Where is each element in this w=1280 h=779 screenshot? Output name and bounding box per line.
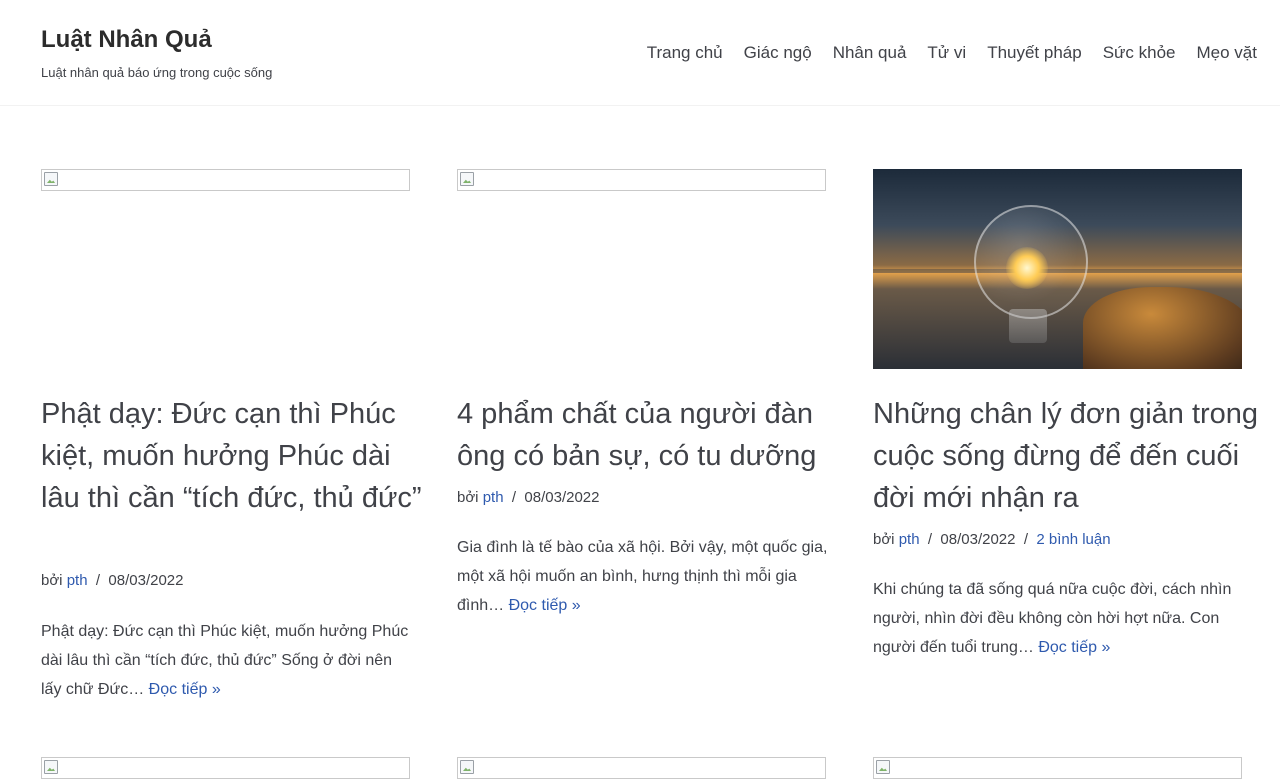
meta-by: bởi	[457, 489, 479, 506]
post-card: 4 phẩm chất của người đàn ông có bản sự,…	[457, 169, 827, 614]
post-card	[873, 757, 1242, 779]
post-excerpt: Khi chúng ta đã sống quá nữa cuộc đời, c…	[873, 575, 1248, 662]
nav-item-suc-khoe[interactable]: Sức khỏe	[1103, 42, 1176, 64]
post-meta: bởi pth / 08/03/2022 / 2 bình luận	[873, 531, 1111, 548]
amber-rock	[1083, 287, 1242, 369]
post-date: 08/03/2022	[524, 489, 600, 506]
post-meta: bởi pth / 08/03/2022	[41, 572, 183, 589]
sun-glow	[1006, 247, 1048, 289]
nav-item-meo-vat[interactable]: Mẹo vặt	[1197, 42, 1257, 64]
nav-item-thuyet-phap[interactable]: Thuyết pháp	[987, 42, 1082, 64]
meta-separator: /	[95, 572, 101, 589]
post-author-link[interactable]: pth	[67, 572, 88, 589]
post-thumbnail-lightbulb[interactable]	[873, 169, 1242, 369]
meta-separator: /	[1023, 531, 1028, 548]
post-card: Những chân lý đơn giản trong cuộc sống đ…	[873, 169, 1258, 656]
post-thumbnail[interactable]	[41, 757, 410, 779]
post-meta: bởi pth / 08/03/2022	[457, 489, 599, 506]
broken-image-icon	[460, 760, 474, 774]
post-card	[457, 757, 826, 779]
post-title[interactable]: 4 phẩm chất của người đàn ông có bản sự,…	[457, 393, 847, 477]
post-card	[41, 757, 410, 779]
post-thumbnail[interactable]	[873, 757, 1242, 779]
post-thumbnail[interactable]	[457, 757, 826, 779]
site-title[interactable]: Luật Nhân Quả	[41, 25, 272, 55]
post-comments-link[interactable]: 2 bình luận	[1036, 531, 1110, 548]
meta-separator: /	[511, 489, 517, 506]
meta-by: bởi	[873, 531, 895, 548]
post-thumbnail[interactable]	[41, 169, 410, 191]
nav-item-tu-vi[interactable]: Tử vi	[927, 42, 966, 64]
broken-image-icon	[44, 760, 58, 774]
post-date: 08/03/2022	[108, 572, 184, 589]
post-excerpt: Phật dạy: Đức cạn thì Phúc kiệt, muốn hư…	[41, 617, 416, 704]
lightbulb-base	[1009, 309, 1047, 343]
nav-item-trang-chu[interactable]: Trang chủ	[647, 42, 723, 64]
post-card: Phật dạy: Đức cạn thì Phúc kiệt, muốn hư…	[41, 169, 422, 698]
post-thumbnail[interactable]	[457, 169, 826, 191]
post-excerpt: Gia đình là tế bào của xã hội. Bởi vậy, …	[457, 533, 832, 620]
nav-item-nhan-qua[interactable]: Nhân quả	[833, 42, 907, 64]
nav-item-giac-ngo[interactable]: Giác ngộ	[744, 42, 812, 64]
site-tagline: Luật nhân quả báo ứng trong cuộc sống	[41, 65, 273, 80]
broken-image-icon	[876, 760, 890, 774]
post-date: 08/03/2022	[940, 531, 1016, 548]
primary-nav: Trang chủ Giác ngộ Nhân quả Tử vi Thuyết…	[626, 42, 1257, 64]
meta-by: bởi	[41, 572, 63, 589]
read-more-link[interactable]: Đọc tiếp »	[1038, 639, 1110, 656]
post-title[interactable]: Những chân lý đơn giản trong cuộc sống đ…	[873, 393, 1263, 519]
site-header: Luật Nhân Quả Luật nhân quả báo ứng tron…	[0, 0, 1280, 106]
post-author-link[interactable]: pth	[483, 489, 504, 506]
broken-image-icon	[44, 172, 58, 186]
meta-separator: /	[927, 531, 933, 548]
read-more-link[interactable]: Đọc tiếp »	[149, 681, 221, 698]
broken-image-icon	[460, 172, 474, 186]
post-excerpt-text: Phật dạy: Đức cạn thì Phúc kiệt, muốn hư…	[41, 623, 409, 698]
site-branding: Luật Nhân Quả Luật nhân quả báo ứng tron…	[41, 25, 272, 80]
read-more-link[interactable]: Đọc tiếp »	[509, 597, 581, 614]
post-title[interactable]: Phật dạy: Đức cạn thì Phúc kiệt, muốn hư…	[41, 393, 431, 519]
post-author-link[interactable]: pth	[899, 531, 920, 548]
